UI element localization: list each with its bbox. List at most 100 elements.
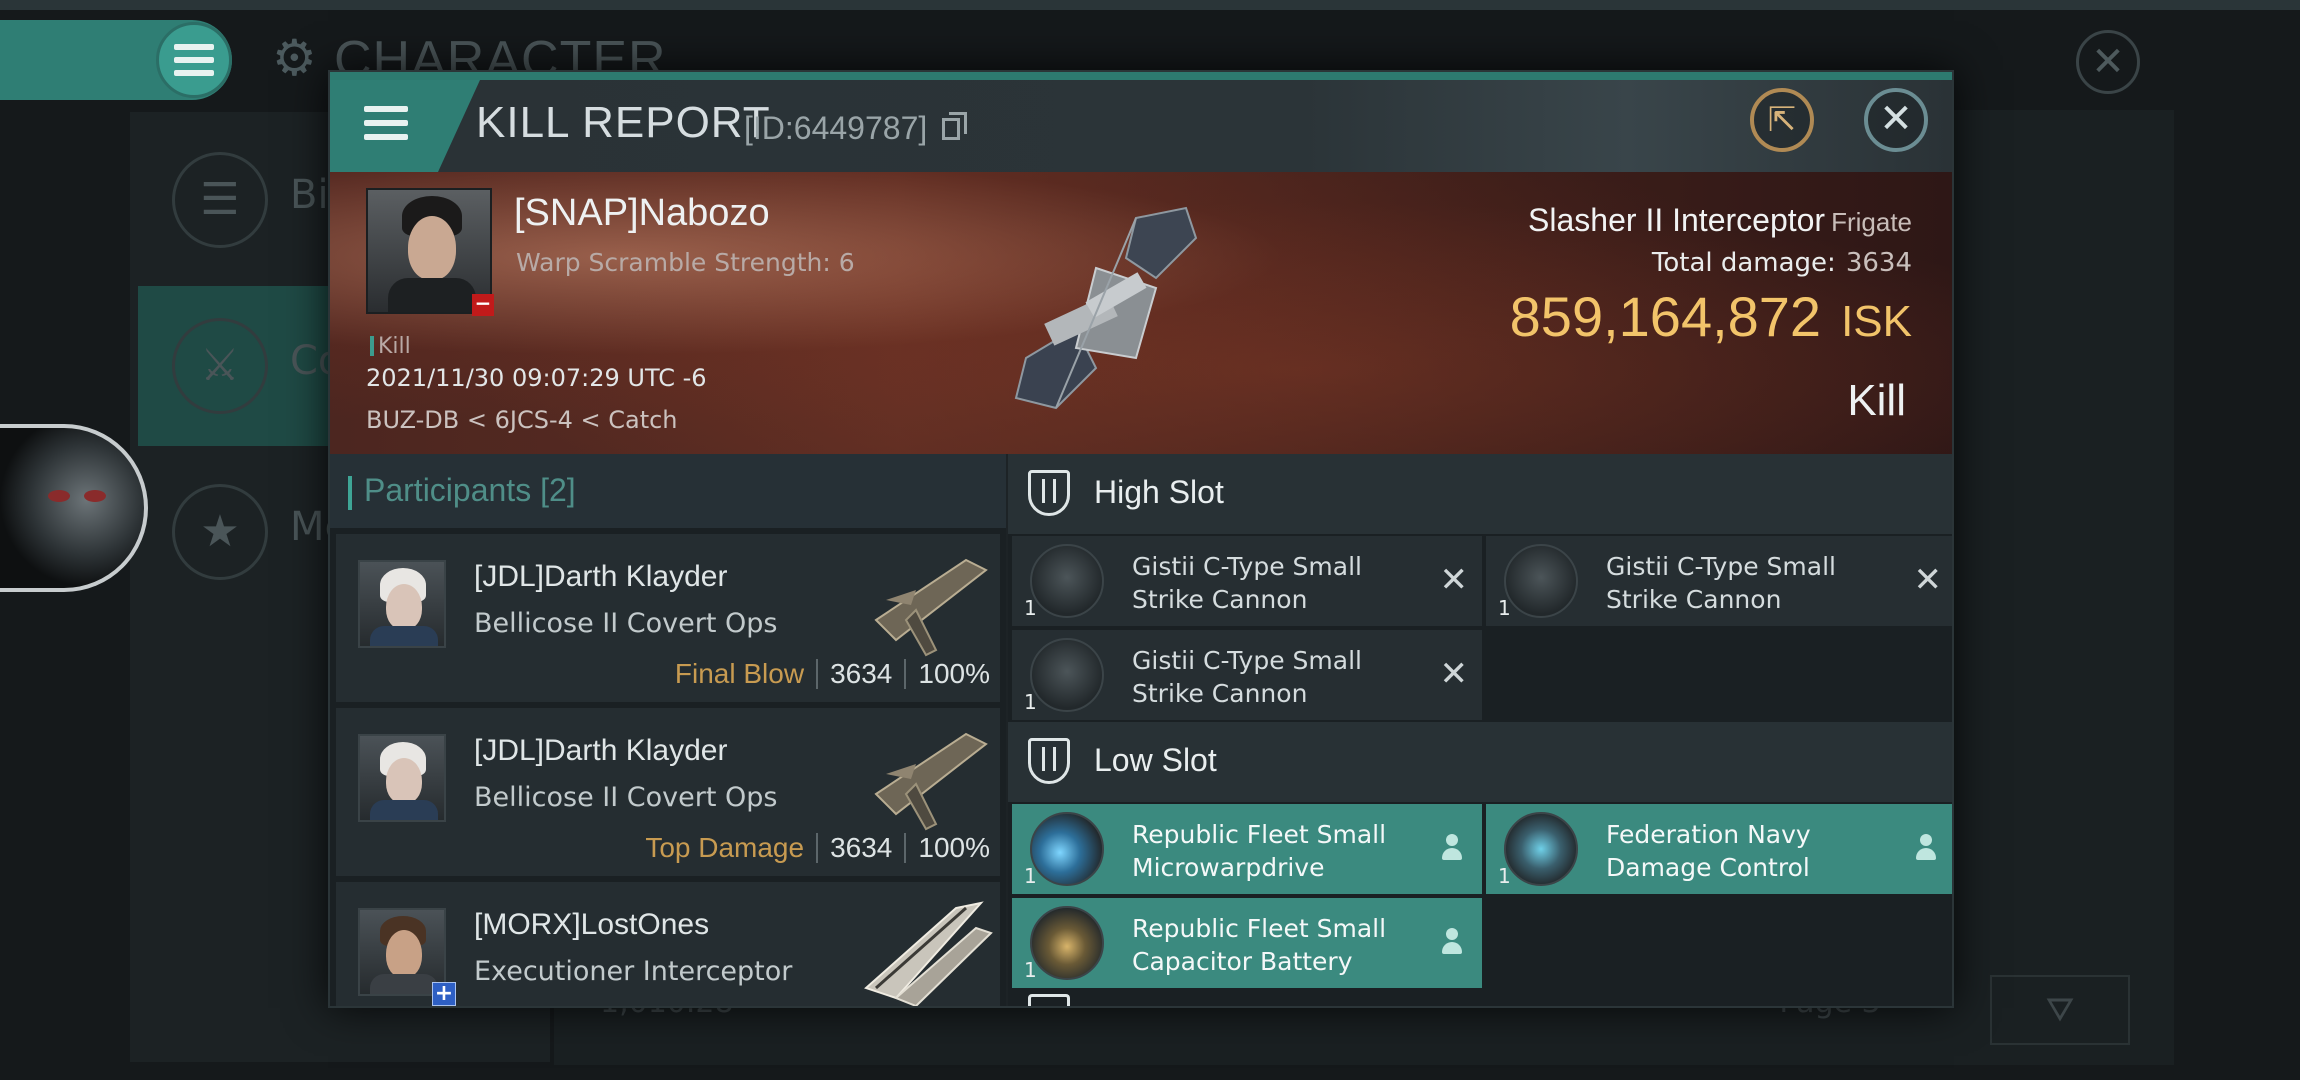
low-slot-icon — [1028, 738, 1070, 784]
participant-ship: Executioner Interceptor — [474, 956, 793, 987]
participants-header: Participants [2] — [330, 454, 1006, 528]
participant-percent: 100% — [918, 658, 990, 689]
stat-divider — [816, 659, 819, 689]
participant-stats: Top Damage 3634 100% — [645, 832, 990, 864]
module-name: Gistii C-Type Small Strike Cannon — [1606, 550, 1836, 616]
isk-value: 859,164,872 ISK — [1510, 284, 1912, 349]
kill-location[interactable]: BUZ-DB < 6JCS-4 < Catch — [366, 406, 678, 434]
close-icon[interactable]: ✕ — [1864, 88, 1928, 152]
module-name-line: Gistii C-Type Small — [1606, 552, 1836, 581]
low-slot-header: Low Slot — [1008, 722, 1952, 802]
hamburger-icon — [174, 44, 214, 76]
module-name: Federation Navy Damage Control — [1606, 818, 1811, 884]
stat-divider — [816, 833, 819, 863]
module-name-line: Strike Cannon — [1132, 585, 1308, 614]
module-name-line: Republic Fleet Small — [1132, 820, 1387, 849]
modal-accent-line — [330, 72, 1952, 80]
outcome-label: Kill — [1847, 376, 1906, 425]
kill-report-modal: KILL REPORT [ID:6449787] ⇱ ✕ − [SNAP]Nab… — [328, 70, 1954, 1008]
participant-portrait — [358, 560, 446, 648]
darth-vader-avatar[interactable] — [0, 424, 148, 592]
slasher-ship-image — [1014, 206, 1198, 410]
ship-name[interactable]: Slasher II Interceptor Frigate — [1528, 202, 1912, 239]
participant-ship: Bellicose II Covert Ops — [474, 782, 778, 813]
high-slot-icon — [1028, 470, 1070, 516]
list-icon: ☰ — [172, 152, 268, 248]
modal-title: KILL REPORT — [476, 98, 771, 147]
participant-ship: Bellicose II Covert Ops — [474, 608, 778, 639]
filter-icon[interactable]: ⛛ — [1990, 975, 2130, 1045]
victim-subtitle: Warp Scramble Strength: 6 — [516, 248, 855, 277]
high-slot-title: High Slot — [1094, 474, 1224, 510]
participants-panel: Participants [2] [JDL]Darth Klayder Bell… — [330, 454, 1006, 1006]
module-name-line: Gistii C-Type Small — [1132, 646, 1362, 675]
module-item[interactable]: 1 Republic Fleet Small Capacitor Battery — [1012, 898, 1482, 988]
participant-row[interactable]: + [MORX]LostOnes Executioner Interceptor — [336, 882, 1000, 1006]
low-slot-title: Low Slot — [1094, 742, 1217, 778]
module-name: Gistii C-Type Small Strike Cannon — [1132, 550, 1362, 616]
participants-title: Participants [2] — [348, 472, 576, 510]
executioner-ship-image — [864, 901, 993, 1006]
victim-name[interactable]: [SNAP]Nabozo — [514, 192, 770, 235]
module-item[interactable]: 1 Federation Navy Damage Control — [1486, 804, 1952, 894]
module-quantity: 1 — [1498, 864, 1511, 888]
cannon-icon — [1030, 638, 1104, 712]
module-item[interactable]: 1 Republic Fleet Small Microwarpdrive — [1012, 804, 1482, 894]
share-icon[interactable]: ⇱ — [1750, 88, 1814, 152]
destroyed-x-icon: ✕ — [1439, 560, 1469, 600]
module-name-line: Republic Fleet Small — [1132, 914, 1387, 943]
kill-report-id: [ID:6449787] — [744, 110, 928, 146]
total-damage-value: 3634 — [1845, 248, 1912, 278]
participants-count: [2] — [540, 472, 576, 508]
star-icon: ★ — [172, 484, 268, 580]
total-damage-label: Total damage: — [1651, 248, 1836, 278]
background-top-bar — [0, 0, 2300, 10]
participant-stats: Final Blow 3634 100% — [675, 658, 990, 690]
top-damage-tag: Top Damage — [645, 832, 805, 863]
microwarpdrive-icon — [1030, 812, 1104, 886]
participant-row[interactable]: [JDL]Darth Klayder Bellicose II Covert O… — [336, 534, 1000, 702]
participant-percent: 100% — [918, 832, 990, 863]
participant-name: [JDL]Darth Klayder — [474, 734, 728, 767]
module-name-line: Microwarpdrive — [1132, 853, 1325, 882]
module-quantity: 1 — [1498, 596, 1511, 620]
isk-unit: ISK — [1841, 297, 1912, 346]
capacitor-battery-icon — [1030, 906, 1104, 980]
avatar-eye — [48, 490, 70, 502]
module-name: Republic Fleet Small Capacitor Battery — [1132, 912, 1386, 978]
mid-slot-icon — [1028, 994, 1070, 1006]
avatar-eye — [84, 490, 106, 502]
background-close-button[interactable]: ✕ — [2076, 30, 2140, 94]
ship-name-text: Slasher II Interceptor — [1528, 202, 1826, 238]
module-item[interactable]: 1 Gistii C-Type Small Strike Cannon ✕ — [1012, 630, 1482, 720]
module-item[interactable]: 1 Gistii C-Type Small Strike Cannon ✕ — [1012, 536, 1482, 626]
module-item[interactable]: 1 Gistii C-Type Small Strike Cannon ✕ — [1486, 536, 1952, 626]
kill-datetime: 2021/11/30 09:07:29 UTC -6 — [366, 364, 707, 392]
character-vitruvian-icon: ⚙ — [272, 29, 317, 87]
participant-name: [MORX]LostOnes — [474, 908, 710, 941]
participant-damage: 3634 — [830, 658, 893, 689]
module-quantity: 1 — [1024, 596, 1037, 620]
module-name-line: Strike Cannon — [1606, 585, 1782, 614]
high-slot-header: High Slot — [1008, 454, 1952, 534]
final-blow-tag: Final Blow — [674, 658, 805, 689]
module-quantity: 1 — [1024, 864, 1037, 888]
module-name: Republic Fleet Small Microwarpdrive — [1132, 818, 1386, 884]
bellicose-ship-image — [874, 558, 988, 657]
module-name: Gistii C-Type Small Strike Cannon — [1132, 644, 1362, 710]
total-damage: Total damage: 3634 — [1652, 248, 1912, 278]
fitting-panel: High Slot 1 Gistii C-Type Small Strike Ca… — [1008, 454, 1952, 1006]
participant-row[interactable]: [JDL]Darth Klayder Bellicose II Covert O… — [336, 708, 1000, 876]
ship-class: Frigate — [1831, 207, 1912, 237]
person-icon — [1914, 834, 1938, 862]
destroyed-x-icon: ✕ — [1439, 654, 1469, 694]
participant-name: [JDL]Darth Klayder — [474, 560, 728, 593]
background-menu-button[interactable] — [156, 22, 232, 98]
module-name-line: Gistii C-Type Small — [1132, 552, 1362, 581]
bellicose-ship-image — [874, 732, 988, 831]
cannon-icon — [1030, 544, 1104, 618]
person-icon — [1440, 928, 1464, 956]
stat-divider — [904, 833, 907, 863]
participant-damage: 3634 — [830, 832, 893, 863]
copy-icon[interactable] — [942, 112, 968, 140]
